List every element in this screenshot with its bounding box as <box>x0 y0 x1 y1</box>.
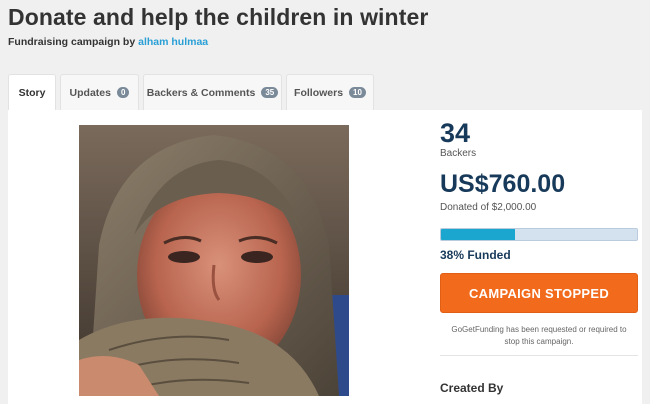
backers-count: 34 <box>440 118 471 148</box>
tab-backers-comments[interactable]: Backers & Comments 35 <box>143 74 282 110</box>
created-by-heading: Created By <box>440 381 504 395</box>
tab-followers-label: Followers <box>294 86 344 99</box>
tab-story-label: Story <box>18 86 46 99</box>
tab-bar: Story Updates 0 Backers & Comments 35 Fo… <box>8 74 378 110</box>
backers-count-badge: 35 <box>261 87 279 98</box>
byline: Fundraising campaign by alham hulmaa <box>8 36 208 48</box>
stop-notice-line2: stop this campaign. <box>504 337 574 346</box>
backers-label: Backers <box>440 148 477 159</box>
campaign-photo-image <box>79 125 349 396</box>
divider <box>440 355 638 356</box>
tab-updates[interactable]: Updates 0 <box>60 74 139 110</box>
tab-story[interactable]: Story <box>8 74 56 110</box>
progress-bar <box>440 228 638 241</box>
page-title: Donate and help the children in winter <box>8 4 429 30</box>
author-link[interactable]: alham hulmaa <box>138 36 208 48</box>
stop-notice: GoGetFunding has been requested or requi… <box>440 324 638 348</box>
goal-text: Donated of $2,000.00 <box>440 202 537 213</box>
progress-bar-fill <box>441 229 516 240</box>
campaign-stopped-button[interactable]: CAMPAIGN STOPPED <box>440 273 638 313</box>
stop-notice-line1: GoGetFunding has been requested or requi… <box>451 325 627 334</box>
followers-count-badge: 10 <box>349 87 366 98</box>
amount-raised: US$760.00 <box>440 170 566 198</box>
updates-count-badge: 0 <box>116 87 130 98</box>
byline-prefix: Fundraising campaign by <box>8 36 136 48</box>
tab-updates-label: Updates <box>69 86 111 99</box>
campaign-panel: 34 Backers US$760.00 Donated of $2,000.0… <box>8 110 642 404</box>
campaign-photo <box>79 125 349 396</box>
tab-backers-label: Backers & Comments <box>146 86 256 99</box>
tab-followers[interactable]: Followers 10 <box>286 74 374 110</box>
campaign-stopped-label: CAMPAIGN STOPPED <box>468 285 610 301</box>
funded-percent: 38% Funded <box>440 248 511 262</box>
